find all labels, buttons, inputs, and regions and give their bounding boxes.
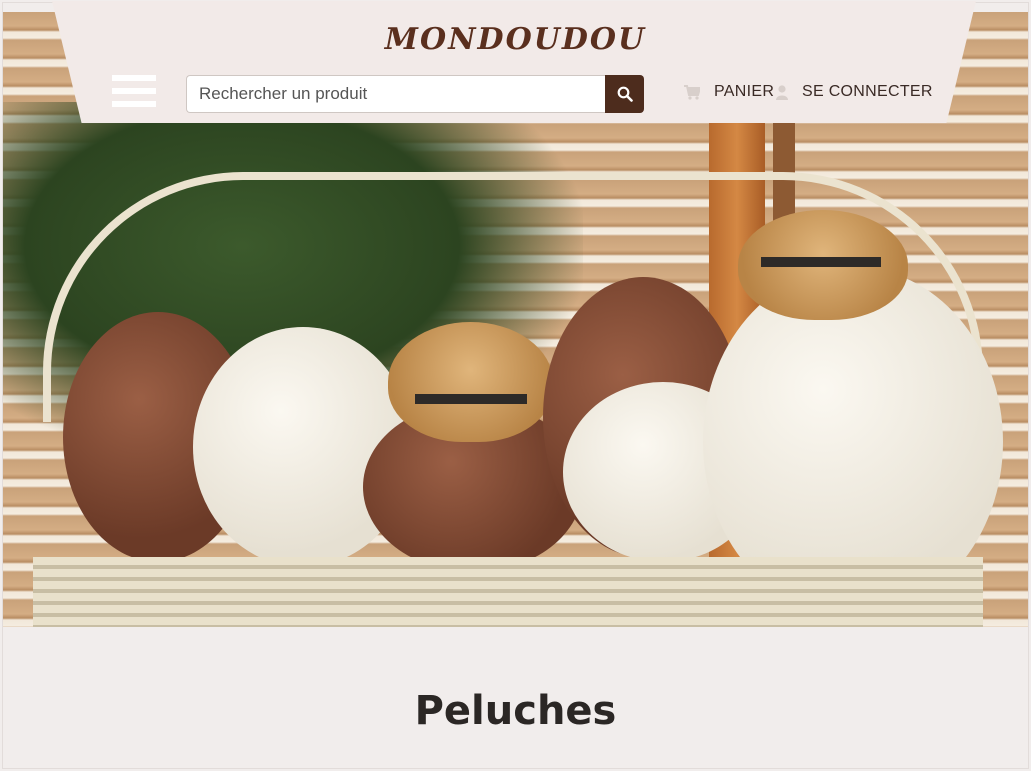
site-logo[interactable]: MONDOUDOU (0, 22, 1031, 57)
hamburger-line (112, 101, 156, 107)
cart-icon (684, 84, 700, 100)
login-label: SE CONNECTER (802, 83, 933, 100)
search-button[interactable] (605, 75, 644, 113)
search-bar (186, 75, 644, 113)
search-icon (617, 86, 633, 102)
login-link[interactable]: SE CONNECTER (776, 83, 933, 101)
search-input[interactable] (186, 75, 605, 113)
cart-link[interactable]: PANIER (684, 83, 774, 101)
page-title: Peluches (414, 688, 617, 734)
hero-bench-seat (33, 557, 983, 627)
hat-band-right (761, 257, 881, 267)
hamburger-line (112, 88, 156, 94)
hamburger-line (112, 75, 156, 81)
hamburger-icon[interactable] (112, 75, 156, 111)
hat-band-center (415, 394, 527, 404)
cart-label: PANIER (714, 83, 775, 100)
straw-hat-center (388, 322, 553, 442)
user-icon (776, 84, 788, 100)
